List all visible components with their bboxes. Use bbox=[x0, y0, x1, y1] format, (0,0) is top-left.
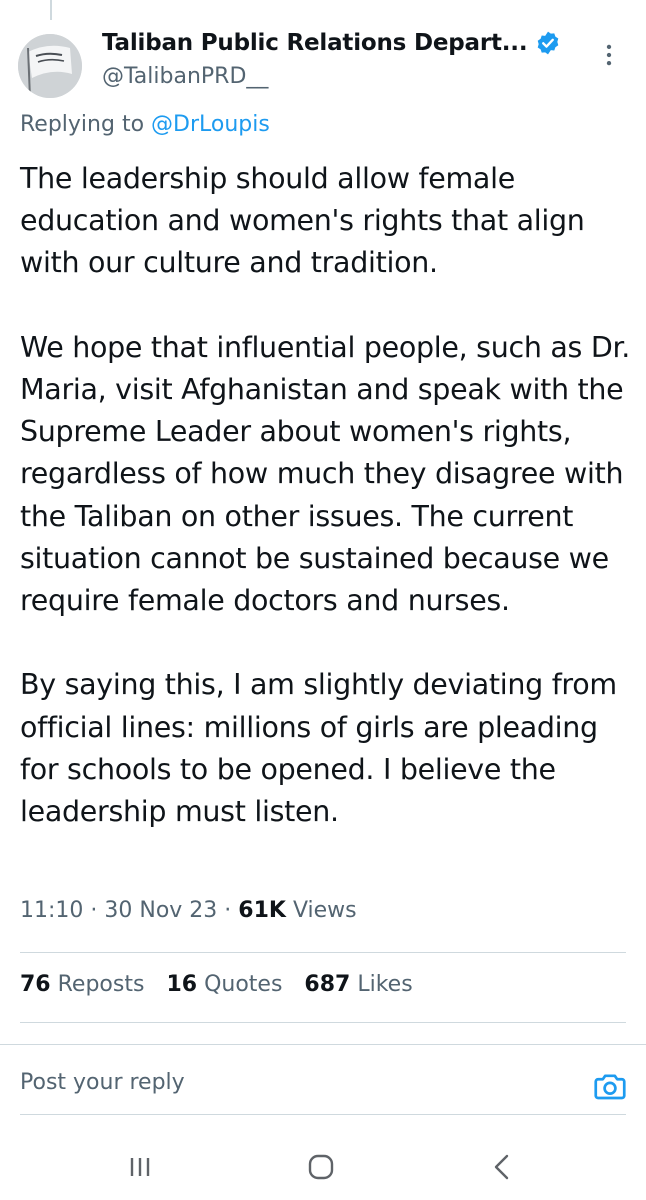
more-vertical-icon[interactable] bbox=[596, 42, 622, 68]
verified-badge-icon bbox=[538, 31, 559, 55]
author-handle[interactable]: @TalibanPRD__ bbox=[102, 64, 268, 89]
tweet-text: The leadership should allow female educa… bbox=[20, 158, 632, 833]
author-display-name[interactable]: Taliban Public Relations Depart... bbox=[102, 30, 528, 56]
thread-connector-line bbox=[50, 0, 52, 20]
engagement-stats: 76 Reposts 16 Quotes 687 Likes bbox=[20, 972, 413, 997]
avatar-flag-image bbox=[18, 34, 82, 98]
tweet-paragraph: We hope that influential people, such as… bbox=[20, 330, 631, 618]
android-navigation-bar bbox=[0, 1130, 646, 1200]
views-label[interactable]: Views bbox=[286, 898, 357, 923]
home-icon[interactable] bbox=[301, 1150, 341, 1184]
replying-to-prefix: Replying to bbox=[20, 112, 152, 137]
tweet-time: 11:10 bbox=[20, 898, 84, 923]
reply-section-divider bbox=[0, 1044, 646, 1045]
reposts-stat[interactable]: 76 Reposts bbox=[20, 972, 144, 997]
quotes-label[interactable]: Quotes bbox=[204, 972, 282, 997]
views-count[interactable]: 61K bbox=[238, 898, 286, 923]
quotes-count[interactable]: 16 bbox=[166, 972, 197, 997]
tweet-paragraph: The leadership should allow female educa… bbox=[20, 162, 585, 280]
meta-separator: · bbox=[217, 898, 239, 923]
divider bbox=[20, 952, 626, 953]
tweet-date: 30 Nov 23 bbox=[104, 898, 218, 923]
recents-icon[interactable] bbox=[120, 1150, 160, 1184]
divider bbox=[20, 1022, 626, 1023]
tweet-paragraph: By saying this, I am slightly deviating … bbox=[20, 668, 617, 829]
author-name-row[interactable]: Taliban Public Relations Depart... bbox=[102, 30, 561, 56]
replying-to-line: Replying to @DrLoupis bbox=[20, 112, 270, 137]
likes-stat[interactable]: 687 Likes bbox=[304, 972, 412, 997]
likes-label[interactable]: Likes bbox=[357, 972, 412, 997]
likes-count[interactable]: 687 bbox=[304, 972, 350, 997]
avatar[interactable] bbox=[18, 34, 82, 98]
reposts-count[interactable]: 76 bbox=[20, 972, 51, 997]
divider bbox=[20, 1114, 626, 1115]
camera-icon[interactable] bbox=[592, 1068, 628, 1104]
tweet-metadata: 11:10 · 30 Nov 23 · 61K Views bbox=[20, 898, 357, 923]
back-icon[interactable] bbox=[482, 1150, 522, 1184]
tweet-header: Taliban Public Relations Depart... @Tali… bbox=[18, 30, 628, 100]
reply-input[interactable]: Post your reply bbox=[20, 1070, 185, 1095]
replying-to-mention[interactable]: @DrLoupis bbox=[151, 112, 270, 137]
meta-separator: · bbox=[83, 898, 105, 923]
reposts-label[interactable]: Reposts bbox=[58, 972, 145, 997]
quotes-stat[interactable]: 16 Quotes bbox=[166, 972, 282, 997]
